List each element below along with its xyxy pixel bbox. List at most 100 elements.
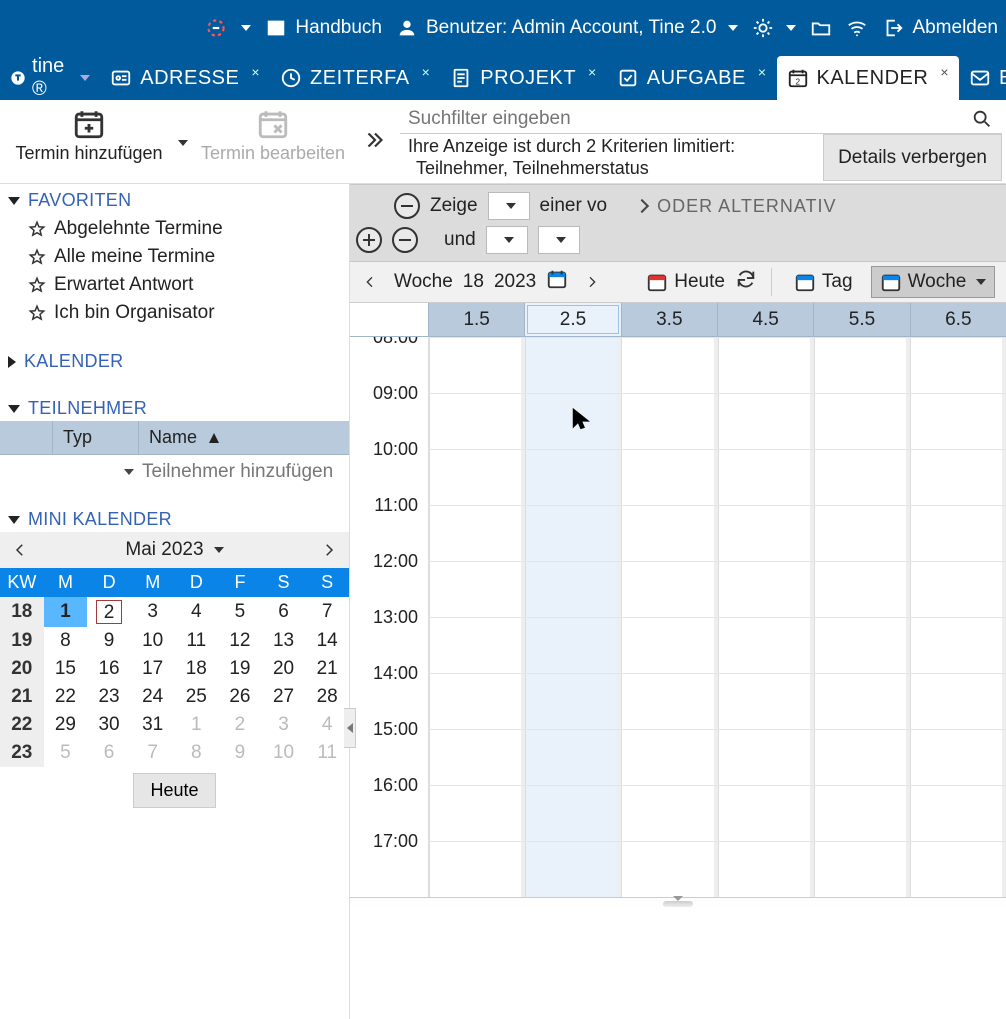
mini-day[interactable]: 8: [44, 627, 88, 655]
tab-e-mail[interactable]: E-MAIL: [959, 56, 1006, 100]
close-icon[interactable]: ×: [758, 64, 767, 80]
logout-button[interactable]: Abmelden: [882, 17, 998, 39]
mini-day[interactable]: 10: [131, 627, 175, 655]
mini-day[interactable]: 3: [262, 711, 306, 739]
mini-day[interactable]: 11: [175, 627, 219, 655]
tab-adresse[interactable]: ADRESSE×: [100, 56, 270, 100]
mini-day[interactable]: 21: [305, 655, 349, 683]
add-event-menu-toggle[interactable]: [174, 132, 188, 153]
day-column[interactable]: [718, 337, 814, 897]
toolbar-expand-button[interactable]: [362, 127, 388, 158]
mini-day[interactable]: 6: [87, 739, 131, 767]
tab-aufgabe[interactable]: AUFGABE×: [607, 56, 777, 100]
today-button[interactable]: Heute: [646, 271, 725, 293]
search-input[interactable]: [400, 106, 962, 132]
mini-day[interactable]: 27: [262, 683, 306, 711]
mini-day[interactable]: 25: [175, 683, 219, 711]
mini-day[interactable]: 2: [218, 711, 262, 739]
mini-day[interactable]: 5: [218, 597, 262, 627]
date-picker-icon[interactable]: [546, 268, 568, 296]
week-view-button[interactable]: Woche: [871, 266, 996, 298]
search-icon[interactable]: [962, 108, 1002, 130]
day-header[interactable]: 6.5: [910, 303, 1006, 336]
favorite-item[interactable]: Abgelehnte Termine: [8, 215, 341, 243]
mini-day[interactable]: 8: [175, 739, 219, 767]
day-header[interactable]: 2.5: [524, 303, 620, 336]
app-brand-menu[interactable]: tine ®: [0, 56, 100, 100]
col-type[interactable]: Typ: [52, 421, 138, 454]
mini-day[interactable]: 1: [175, 711, 219, 739]
participants-section-toggle[interactable]: TEILNEHMER: [0, 392, 349, 421]
toggle-details-button[interactable]: Details verbergen: [823, 134, 1002, 181]
calendar-grid[interactable]: 08:0009:0010:0011:0012:0013:0014:0015:00…: [350, 337, 1006, 897]
mini-day[interactable]: 15: [44, 655, 88, 683]
mini-day[interactable]: 2: [87, 597, 131, 627]
mini-day[interactable]: 19: [218, 655, 262, 683]
mini-day[interactable]: 10: [262, 739, 306, 767]
folder-icon[interactable]: [810, 17, 832, 39]
favorite-item[interactable]: Ich bin Organisator: [8, 299, 341, 327]
handbook-link[interactable]: Handbuch: [265, 17, 382, 39]
mini-day[interactable]: 26: [218, 683, 262, 711]
day-column[interactable]: [814, 337, 910, 897]
favorite-item[interactable]: Alle meine Termine: [8, 243, 341, 271]
mini-day[interactable]: 5: [44, 739, 88, 767]
mini-day[interactable]: 9: [218, 739, 262, 767]
mini-day[interactable]: 11: [305, 739, 349, 767]
day-header[interactable]: 4.5: [717, 303, 813, 336]
day-column[interactable]: [621, 337, 717, 897]
prev-week-button[interactable]: [356, 268, 384, 296]
remove-filter-row-button[interactable]: [394, 193, 420, 219]
mini-day[interactable]: 13: [262, 627, 306, 655]
mini-day[interactable]: 12: [218, 627, 262, 655]
favorite-item[interactable]: Erwartet Antwort: [8, 271, 341, 299]
close-icon[interactable]: ×: [588, 64, 597, 80]
mini-day[interactable]: 16: [87, 655, 131, 683]
mini-day[interactable]: 24: [131, 683, 175, 711]
mini-day[interactable]: 28: [305, 683, 349, 711]
close-icon[interactable]: ×: [422, 64, 431, 80]
day-column[interactable]: [910, 337, 1006, 897]
wifi-icon[interactable]: [846, 17, 868, 39]
mini-day[interactable]: 4: [175, 597, 219, 627]
mini-day[interactable]: 7: [131, 739, 175, 767]
day-header[interactable]: 3.5: [621, 303, 717, 336]
mini-day[interactable]: 9: [87, 627, 131, 655]
mini-prev-month-button[interactable]: [6, 536, 34, 564]
day-view-button[interactable]: Tag: [786, 267, 861, 297]
tab-projekt[interactable]: PROJEKT×: [440, 56, 606, 100]
mini-day[interactable]: 18: [175, 655, 219, 683]
mini-day[interactable]: 1: [44, 597, 88, 627]
add-event-button[interactable]: Termin hinzufügen: [4, 104, 174, 166]
add-filter-row-button[interactable]: [356, 227, 382, 253]
mini-day[interactable]: 22: [44, 683, 88, 711]
day-header[interactable]: 1.5: [428, 303, 524, 336]
user-menu[interactable]: Benutzer: Admin Account, Tine 2.0: [396, 17, 738, 39]
favorites-section-toggle[interactable]: FAVORITEN: [0, 184, 349, 213]
mini-day[interactable]: 7: [305, 597, 349, 627]
tab-zeiterfa[interactable]: ZEITERFA×: [270, 56, 440, 100]
mini-day[interactable]: 14: [305, 627, 349, 655]
mini-day[interactable]: 29: [44, 711, 88, 739]
mini-calendar-section-toggle[interactable]: MINI KALENDER: [0, 503, 349, 532]
mini-day[interactable]: 30: [87, 711, 131, 739]
mini-day[interactable]: 23: [87, 683, 131, 711]
mini-day[interactable]: 31: [131, 711, 175, 739]
kalender-section-toggle[interactable]: KALENDER: [0, 345, 349, 374]
filter-field-select[interactable]: [488, 192, 530, 220]
mini-month-picker[interactable]: Mai 2023: [125, 539, 223, 561]
add-participant-row[interactable]: Teilnehmer hinzufügen: [0, 455, 349, 489]
mini-day[interactable]: 20: [262, 655, 306, 683]
day-header[interactable]: 5.5: [813, 303, 909, 336]
mini-day[interactable]: 3: [131, 597, 175, 627]
theme-toggle-icon[interactable]: [752, 17, 796, 39]
close-icon[interactable]: ×: [251, 64, 260, 80]
filter-operator-select[interactable]: [538, 226, 580, 254]
mini-today-button[interactable]: Heute: [133, 773, 215, 808]
mini-next-month-button[interactable]: [315, 536, 343, 564]
close-icon[interactable]: ×: [940, 64, 949, 80]
mini-day[interactable]: 6: [262, 597, 306, 627]
remove-filter-row-button-2[interactable]: [392, 227, 418, 253]
filter-field-select-2[interactable]: [486, 226, 528, 254]
tab-kalender[interactable]: 2KALENDER×: [777, 56, 960, 100]
